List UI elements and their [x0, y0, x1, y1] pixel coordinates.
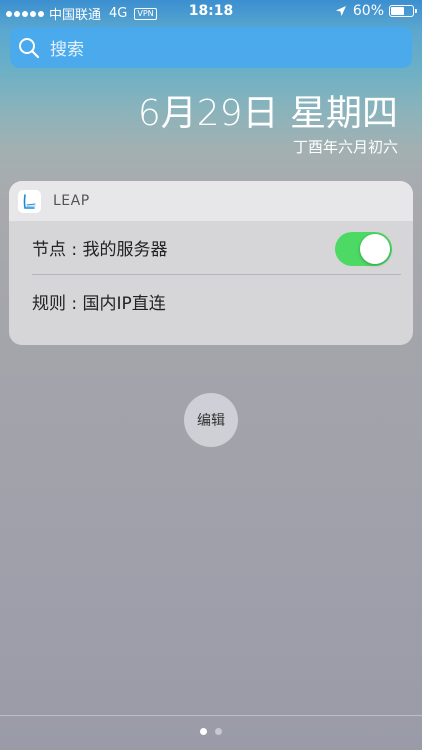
- widget-app-name: LEAP: [53, 193, 90, 209]
- status-bar: 中国联通 4G VPN 18:18 60%: [0, 0, 422, 24]
- battery-fill: [391, 7, 404, 15]
- edit-button[interactable]: 编辑: [184, 393, 238, 447]
- page-dot-active: [200, 728, 207, 735]
- search-placeholder: 搜索: [50, 40, 84, 60]
- location-arrow-icon: [335, 6, 346, 16]
- rule-label: 规则 : 国内IP直连: [32, 294, 166, 314]
- node-toggle[interactable]: [335, 232, 392, 266]
- toggle-knob: [360, 234, 390, 264]
- page-dot-inactive: [215, 728, 222, 735]
- date-main: 6月29日 星期四: [137, 93, 398, 134]
- page-indicator[interactable]: [0, 728, 422, 735]
- leap-app-icon[interactable]: [18, 189, 41, 213]
- date-lunar: 丁酉年六月初六: [292, 138, 398, 156]
- status-right: 60%: [335, 3, 417, 19]
- search-icon: [19, 37, 40, 58]
- rule-row[interactable]: 规则 : 国内IP直连: [32, 275, 401, 328]
- battery-percent: 60%: [352, 3, 384, 19]
- node-label: 节点 : 我的服务器: [32, 240, 168, 260]
- widget-header[interactable]: LEAP: [9, 181, 413, 221]
- bottom-divider: [0, 715, 422, 716]
- search-bar[interactable]: 搜索: [10, 27, 412, 68]
- battery-icon: [389, 5, 417, 17]
- leap-widget: LEAP 节点 : 我的服务器 规则 : 国内IP直连: [9, 181, 413, 345]
- leap-logo-icon: [23, 193, 36, 209]
